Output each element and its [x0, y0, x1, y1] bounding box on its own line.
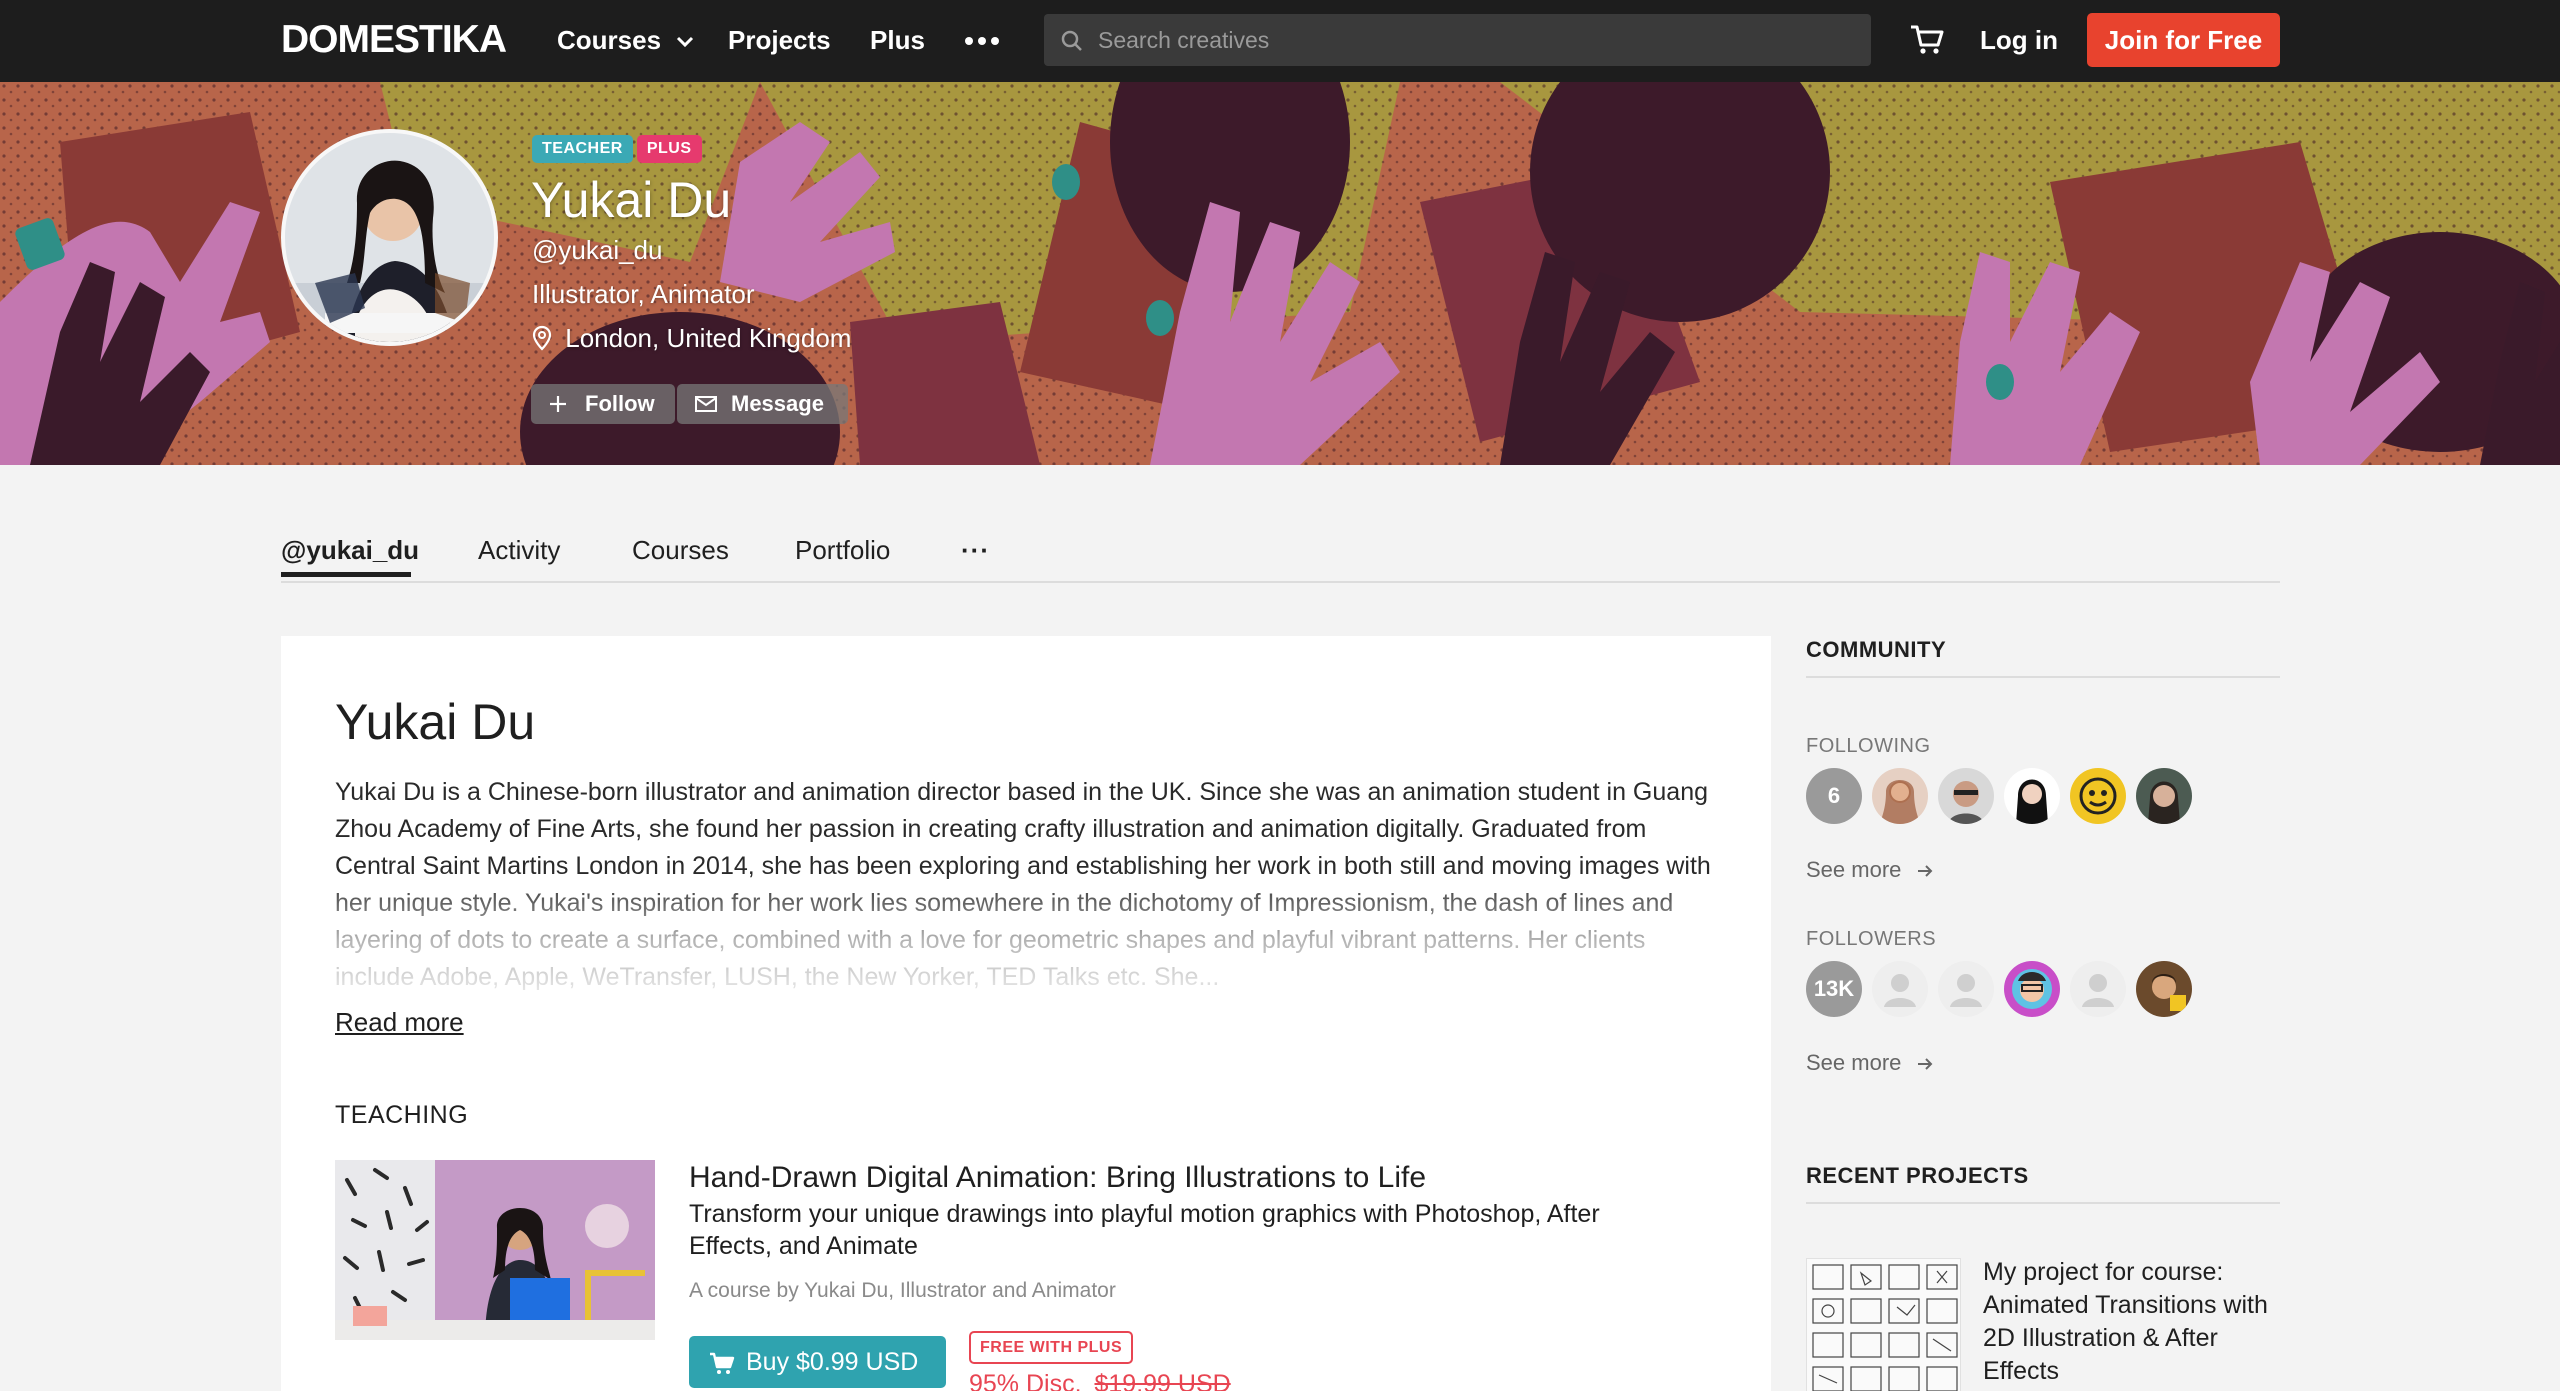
plus-badge: PLUS [636, 135, 702, 163]
nav-projects[interactable]: Projects [728, 24, 831, 56]
avatar[interactable] [2004, 961, 2060, 1017]
profile-role: Illustrator, Animator [532, 279, 755, 309]
arrow-right-icon [1917, 1058, 1932, 1070]
cart-icon [710, 1352, 735, 1374]
see-more-label: See more [1806, 1050, 1902, 1075]
project-title[interactable]: My project for course: Animated Transiti… [1983, 1256, 2273, 1388]
avatar[interactable] [2004, 768, 2060, 824]
about-title: Yukai Du [335, 694, 536, 750]
about-card: Yukai Du Yukai Du is a Chinese-born illu… [281, 636, 1771, 1391]
about-bio: Yukai Du is a Chinese-born illustrator a… [335, 774, 1715, 996]
message-button[interactable]: Message [677, 384, 848, 424]
search-input[interactable] [1098, 14, 1858, 66]
following-see-more-link[interactable]: See more [1806, 856, 1934, 884]
domestika-logo[interactable]: DOMESTIKA [281, 18, 507, 62]
default-avatar-icon[interactable] [1938, 961, 1994, 1017]
plus-icon [550, 396, 566, 412]
chevron-down-icon [677, 37, 694, 48]
tab-portfolio[interactable]: Portfolio [795, 534, 890, 566]
buy-course-button[interactable]: Buy $0.99 USD [689, 1336, 946, 1388]
course-discount: 95% Disc. $19.99 USD [969, 1368, 1231, 1391]
nav-courses-label: Courses [557, 25, 662, 55]
profile-location: London, United Kingdom [532, 322, 851, 354]
tab-courses[interactable]: Courses [632, 534, 729, 566]
community-heading: COMMUNITY [1806, 637, 1947, 662]
recent-projects-divider [1806, 1202, 2280, 1204]
course-description: Transform your unique drawings into play… [689, 1200, 1600, 1260]
envelope-icon [695, 396, 717, 412]
cart-icon[interactable] [1908, 20, 1946, 58]
follow-button[interactable]: Follow [531, 384, 675, 424]
course-title[interactable]: Hand-Drawn Digital Animation: Bring Illu… [689, 1160, 1426, 1196]
avatar[interactable] [2136, 961, 2192, 1017]
follow-label: Follow [585, 391, 655, 416]
following-label: FOLLOWING [1806, 735, 1931, 757]
tab-activity[interactable]: Activity [478, 534, 560, 566]
tab-more-icon[interactable]: ··· [961, 534, 990, 566]
location-pin-icon [532, 325, 552, 351]
default-avatar-icon[interactable] [1872, 961, 1928, 1017]
avatar[interactable] [2070, 768, 2126, 824]
login-link[interactable]: Log in [1980, 24, 2058, 56]
community-divider [1806, 676, 2280, 678]
followers-count[interactable]: 13K [1806, 961, 1862, 1017]
profile-banner: TEACHER PLUS Yukai Du @yukai_du Illustrat… [0, 82, 2560, 465]
course-thumbnail-image [335, 1160, 655, 1340]
profile-badges: TEACHER PLUS [532, 135, 706, 165]
top-nav: DOMESTIKA Courses Projects Plus Log in J… [0, 0, 2560, 82]
profile-avatar[interactable] [281, 129, 498, 346]
avatar[interactable] [1938, 768, 1994, 824]
free-with-plus-badge: FREE WITH PLUS [969, 1331, 1134, 1364]
tab-profile[interactable]: @yukai_du [281, 534, 419, 566]
profile-location-text: London, United Kingdom [565, 323, 852, 353]
avatar[interactable] [2136, 768, 2192, 824]
following-count[interactable]: 6 [1806, 768, 1862, 824]
original-price: $19.99 USD [1094, 1370, 1231, 1391]
message-label: Message [731, 391, 824, 416]
avatar-photo [285, 133, 494, 342]
bio-fade-overlay [335, 874, 1715, 996]
course-byline: A course by Yukai Du, Illustrator and An… [689, 1279, 1116, 1302]
active-tab-indicator [281, 572, 411, 577]
search-icon [1061, 30, 1082, 51]
teaching-heading: TEACHING [335, 1101, 469, 1129]
profile-name: Yukai Du [531, 172, 732, 228]
project-thumbnail-image [1807, 1259, 1960, 1391]
followers-label: FOLLOWERS [1806, 928, 1937, 950]
teacher-badge: TEACHER [532, 135, 633, 163]
followers-see-more-link[interactable]: See more [1806, 1049, 1934, 1077]
profile-tabs: @yukai_du Activity Courses Portfolio ··· [281, 520, 2280, 583]
discount-percent: 95% Disc. [969, 1370, 1082, 1391]
search-bar [1044, 14, 1871, 66]
see-more-label: See more [1806, 857, 1902, 882]
nav-plus[interactable]: Plus [870, 24, 925, 56]
project-thumbnail[interactable] [1806, 1258, 1961, 1391]
nav-courses[interactable]: Courses [557, 24, 694, 56]
buy-course-label: Buy $0.99 USD [746, 1348, 919, 1376]
arrow-right-icon [1917, 865, 1932, 877]
avatar[interactable] [1872, 768, 1928, 824]
course-thumbnail[interactable] [335, 1160, 655, 1340]
more-menu-icon[interactable] [963, 27, 1003, 53]
profile-username: @yukai_du [532, 235, 663, 265]
read-more-link[interactable]: Read more [335, 1006, 464, 1038]
join-for-free-button[interactable]: Join for Free [2087, 13, 2280, 67]
recent-projects-heading: RECENT PROJECTS [1806, 1163, 2029, 1188]
default-avatar-icon[interactable] [2070, 961, 2126, 1017]
